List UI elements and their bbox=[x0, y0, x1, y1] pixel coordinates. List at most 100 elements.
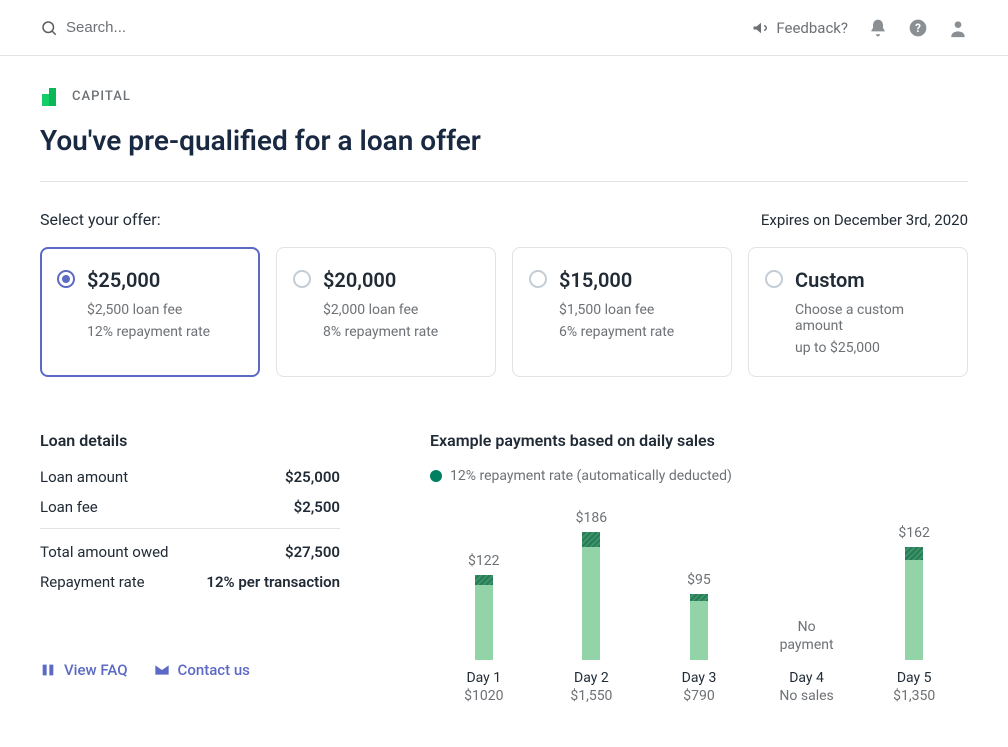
detail-value: $25,000 bbox=[285, 468, 340, 486]
megaphone-icon bbox=[752, 19, 770, 37]
axis-category-label: Day 5 bbox=[897, 670, 932, 686]
topbar-right: Feedback? ? bbox=[752, 18, 968, 38]
axis-sub-label: $1020 bbox=[464, 688, 503, 704]
bar bbox=[582, 532, 600, 660]
radio-icon bbox=[293, 270, 311, 288]
bar-top-hatch bbox=[690, 594, 708, 602]
bar bbox=[475, 575, 493, 660]
user-icon[interactable] bbox=[948, 18, 968, 38]
offer-card-2[interactable]: $15,000$1,500 loan fee6% repayment rate bbox=[512, 247, 732, 377]
offer-rate: 12% repayment rate bbox=[87, 324, 210, 340]
bar-top-hatch bbox=[905, 547, 923, 561]
bar-top-hatch bbox=[475, 575, 493, 585]
bar-value-label: $162 bbox=[898, 525, 929, 541]
detail-label: Loan amount bbox=[40, 468, 128, 486]
bar bbox=[905, 547, 923, 660]
offer-amount: $15,000 bbox=[559, 268, 674, 292]
help-icon[interactable]: ? bbox=[908, 18, 928, 38]
capital-logo-icon bbox=[40, 86, 60, 106]
chart-section: Example payments based on daily sales 12… bbox=[430, 431, 968, 704]
offer-body: $20,000 $2,000 loan fee 8% repayment rate bbox=[323, 268, 438, 356]
offer-fee: $1,500 loan fee bbox=[559, 302, 674, 318]
search-wrap[interactable] bbox=[40, 19, 752, 37]
bar-top-hatch bbox=[582, 532, 600, 547]
offer-rate: 8% repayment rate bbox=[323, 324, 438, 340]
loan-detail-row: Loan fee $2,500 bbox=[40, 498, 340, 516]
title-divider bbox=[40, 181, 968, 182]
chart-legend: 12% repayment rate (automatically deduct… bbox=[430, 468, 968, 484]
legend-dot-icon bbox=[430, 470, 442, 482]
detail-label: Repayment rate bbox=[40, 573, 145, 591]
offer-body: $15,000$1,500 loan fee6% repayment rate bbox=[559, 268, 674, 356]
loan-details-panel: Loan details Loan amount $25,000 Loan fee $… bbox=[40, 431, 340, 704]
bell-icon[interactable] bbox=[868, 18, 888, 38]
faq-icon bbox=[40, 662, 56, 678]
footer-links: View FAQ Contact us bbox=[40, 661, 340, 679]
page-title: You've pre-qualified for a loan offer bbox=[40, 124, 968, 157]
axis-category-label: Day 4 bbox=[789, 670, 824, 686]
legend-text: 12% repayment rate (automatically deduct… bbox=[450, 468, 732, 484]
detail-value: 12% per transaction bbox=[206, 573, 340, 591]
offer-amount: $20,000 bbox=[323, 268, 438, 292]
axis-sub-label: No sales bbox=[779, 688, 833, 704]
feedback-label: Feedback? bbox=[776, 19, 848, 37]
brand-text: CAPITAL bbox=[72, 89, 131, 104]
loan-detail-row: Loan amount $25,000 bbox=[40, 468, 340, 486]
radio-icon bbox=[765, 270, 783, 288]
bottom-section: Loan details Loan amount $25,000 Loan fee $… bbox=[40, 431, 968, 704]
offer-card-3[interactable]: Custom Choose a custom amount up to $25,00… bbox=[748, 247, 968, 377]
bar-wrap: $186 bbox=[576, 510, 607, 660]
contact-label: Contact us bbox=[178, 661, 250, 679]
search-input[interactable] bbox=[66, 19, 266, 36]
offer-amount: $25,000 bbox=[87, 268, 210, 292]
loan-details-title: Loan details bbox=[40, 431, 340, 450]
mail-icon bbox=[154, 662, 170, 678]
detail-value: $2,500 bbox=[294, 498, 340, 516]
detail-value: $27,500 bbox=[285, 543, 340, 561]
chart-title: Example payments based on daily sales bbox=[430, 431, 968, 450]
topbar: Feedback? ? bbox=[0, 0, 1008, 56]
select-offer-label: Select your offer: bbox=[40, 210, 161, 229]
bar-wrap: No payment bbox=[772, 510, 842, 660]
loan-total-row: Repayment rate 12% per transaction bbox=[40, 573, 340, 591]
offer-card-1[interactable]: $20,000 $2,000 loan fee 8% repayment rate bbox=[276, 247, 496, 377]
radio-icon bbox=[57, 270, 75, 288]
brand-row: CAPITAL bbox=[40, 86, 968, 106]
axis-category-label: Day 2 bbox=[574, 670, 609, 686]
loan-details-divider bbox=[40, 528, 340, 529]
select-row: Select your offer: Expires on December 3… bbox=[40, 210, 968, 229]
offer-rate: up to $25,000 bbox=[795, 340, 949, 356]
offer-body: $25,000$2,500 loan fee12% repayment rate bbox=[87, 268, 210, 356]
bar-wrap: $95 bbox=[687, 510, 711, 660]
bar-value-label: $186 bbox=[576, 510, 607, 526]
offer-card-0[interactable]: $25,000$2,500 loan fee12% repayment rate bbox=[40, 247, 260, 377]
feedback-link[interactable]: Feedback? bbox=[752, 19, 848, 37]
search-icon bbox=[40, 19, 58, 37]
axis-category-label: Day 1 bbox=[466, 670, 501, 686]
expiry-text: Expires on December 3rd, 2020 bbox=[761, 211, 968, 229]
offer-amount: Custom bbox=[795, 268, 949, 292]
chart-column-0: $122 Day 1 $1020 bbox=[434, 510, 534, 704]
loan-total-row: Total amount owed $27,500 bbox=[40, 543, 340, 561]
offer-cards: $25,000$2,500 loan fee12% repayment rate… bbox=[40, 247, 968, 377]
axis-sub-label: $1,550 bbox=[570, 688, 612, 704]
chart-area: $122Day 1$1020$186Day 2$1,550$95Day 3$79… bbox=[430, 504, 968, 704]
axis-category-label: Day 3 bbox=[682, 670, 717, 686]
bar-wrap: $122 bbox=[468, 510, 499, 660]
view-faq-link[interactable]: View FAQ bbox=[40, 661, 128, 679]
offer-fee: $2,000 loan fee bbox=[323, 302, 438, 318]
chart-column-4: $162Day 5$1,350 bbox=[864, 510, 964, 704]
detail-label: Loan fee bbox=[40, 498, 98, 516]
contact-us-link[interactable]: Contact us bbox=[154, 661, 250, 679]
detail-label: Total amount owed bbox=[40, 543, 169, 561]
bar-value-label: No payment bbox=[772, 618, 842, 654]
chart-column-2: $95Day 3$790 bbox=[649, 510, 749, 704]
main-content: CAPITAL You've pre-qualified for a loan … bbox=[0, 56, 1008, 704]
bar-value-label: $95 bbox=[687, 572, 711, 588]
faq-label: View FAQ bbox=[64, 661, 128, 679]
offer-fee: Choose a custom amount bbox=[795, 302, 949, 334]
offer-body: Custom Choose a custom amount up to $25,00… bbox=[795, 268, 949, 356]
bar bbox=[690, 594, 708, 661]
bar-value-label: $122 bbox=[468, 553, 499, 569]
radio-icon bbox=[529, 270, 547, 288]
